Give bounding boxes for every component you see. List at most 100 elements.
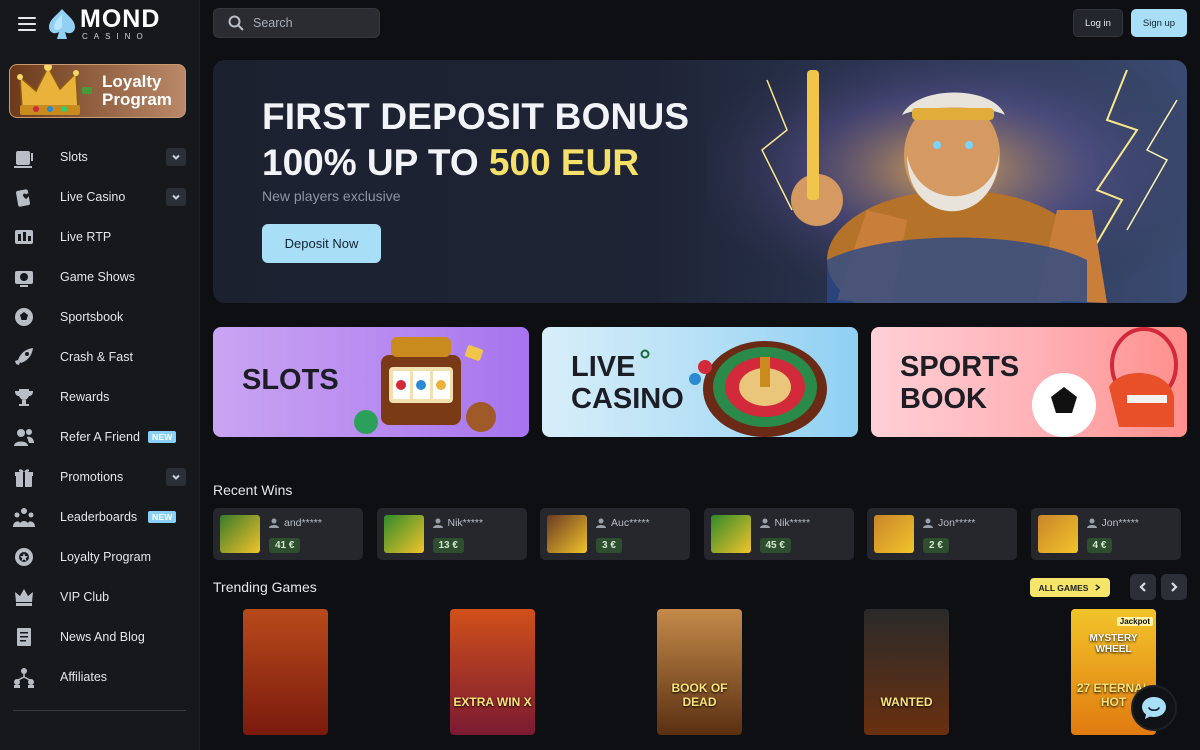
crown-icon [17,65,92,115]
trending-prev-button[interactable] [1130,574,1156,600]
sidebar-item-slots[interactable]: Slots [0,137,200,177]
trending-game-card[interactable] [243,609,328,735]
category-label-live-casino: LIVE CASINO [571,351,684,415]
trending-game-card[interactable]: EXTRA WIN X [450,609,535,735]
sidebar-item-rewards[interactable]: Rewards [0,377,200,417]
recent-win-card[interactable]: Nik***** 45 € [703,508,854,560]
category-card-sportsbook[interactable]: SPORTS BOOK [871,327,1187,437]
winner-username-text: and***** [284,517,322,529]
hero-banner[interactable]: FIRST DEPOSIT BONUS 100% UP TO 500 EUR N… [213,60,1187,303]
game-title: BOOK OF DEAD [671,681,728,709]
sidebar-item-label: Slots [60,150,88,164]
all-games-button[interactable]: ALL GAMES [1030,578,1110,597]
loyalty-icon [12,545,36,569]
game-thumbnail [1037,515,1078,553]
new-badge: NEW [148,511,177,523]
rocket-icon [12,345,36,369]
sidebar-divider [13,710,186,711]
winner-username-text: Nik***** [447,517,484,529]
sidebar-item-loyalty-program[interactable]: Loyalty Program [0,537,200,577]
logo-row: MOND CASINO [0,0,200,48]
winner-username: Nik***** [432,517,484,529]
expand-chevron-button[interactable] [166,188,186,206]
sidebar-item-label: Crash & Fast [60,350,133,364]
category-label-slots: SLOTS [242,364,339,396]
sidebar-item-vip-club[interactable]: VIP Club [0,577,200,617]
winner-username: and***** [269,517,322,529]
recent-win-card[interactable]: Jon***** 2 € [867,508,1017,560]
winner-username: Jon***** [1086,517,1139,529]
sidebar-item-leaderboards[interactable]: Leaderboards NEW [0,497,200,537]
trending-games-title: Trending Games [213,579,317,595]
sidebar-item-refer-a-friend[interactable]: Refer A Friend NEW [0,417,200,457]
sidebar-item-label: Loyalty Program [60,550,152,564]
deposit-now-button[interactable]: Deposit Now [262,224,381,263]
document-icon [12,625,36,649]
sidebar: MOND CASINO Loyalty Program Slots Live C… [0,0,200,750]
category-card-live-casino[interactable]: LIVE CASINO [542,327,858,437]
sidebar-item-crash-fast[interactable]: Crash & Fast [0,337,200,377]
game-thumbnail [220,515,260,553]
trending-game-card[interactable]: WANTED [864,609,949,735]
game-thumbnail [874,515,914,553]
winner-username-text: Jon***** [1101,517,1139,529]
sidebar-item-label: Promotions [60,470,124,484]
tv-icon [12,265,36,289]
live-indicator-icon [640,349,650,359]
loyalty-program-banner[interactable]: Loyalty Program [9,64,186,118]
category-label-slots-line1: SLOTS [242,364,339,396]
brand-logo[interactable]: MOND CASINO [48,7,160,41]
user-icon [759,518,770,528]
sidebar-item-affiliates[interactable]: Affiliates [0,657,200,697]
login-button[interactable]: Log in [1073,9,1123,37]
trending-game-card[interactable]: BOOK OF DEAD [657,609,742,735]
sidebar-item-news-and-blog[interactable]: News And Blog [0,617,200,657]
hamburger-menu-icon[interactable] [18,17,36,31]
sidebar-item-sportsbook[interactable]: Sportsbook [0,297,200,337]
recent-win-card[interactable]: Jon***** 4 € [1030,508,1181,560]
sidebar-item-label: Refer A Friend [60,430,140,444]
sidebar-item-promotions[interactable]: Promotions [0,457,200,497]
search-box[interactable] [213,8,380,38]
sidebar-item-label: Rewards [60,390,110,404]
win-amount-badge: 2 € [923,538,949,553]
user-icon [432,518,443,528]
sidebar-item-label: Live Casino [60,190,126,204]
chevron-down-icon [172,474,180,480]
winner-username-text: Jon***** [938,517,976,529]
search-input[interactable] [253,16,373,30]
sidebar-item-game-shows[interactable]: Game Shows [0,257,200,297]
soccer-ball-icon [12,305,36,329]
expand-chevron-button[interactable] [166,148,186,166]
roulette-illustration [689,341,827,437]
chevron-right-icon [1095,584,1101,591]
loyalty-banner-line2: Program [102,90,172,109]
leaderboard-icon [12,505,36,529]
category-label-live-line2: CASINO [571,383,684,415]
jackpot-label: Jackpot [1116,617,1153,626]
brand-name: MOND [80,5,161,33]
chevron-down-icon [172,194,180,200]
hero-caption: New players exclusive [262,188,401,204]
sidebar-item-live-casino[interactable]: Live Casino [0,177,200,217]
expand-chevron-button[interactable] [166,468,186,486]
spade-logo-icon [49,9,75,39]
recent-win-card[interactable]: Auc***** 3 € [540,508,690,560]
sidebar-item-live-rtp[interactable]: Live RTP [0,217,200,257]
sidebar-item-label: Sportsbook [60,310,124,324]
chat-support-button[interactable] [1131,685,1177,731]
hero-title: FIRST DEPOSIT BONUS [262,96,690,137]
category-card-slots[interactable]: SLOTS [213,327,529,437]
game-thumbnail [383,515,424,553]
recent-win-card[interactable]: Nik***** 13 € [376,508,527,560]
category-label-sportsbook: SPORTS BOOK [900,351,1019,415]
trending-next-button[interactable] [1161,574,1187,600]
user-icon [1086,518,1097,528]
sidebar-item-label: News And Blog [60,630,145,644]
signup-button[interactable]: Sign up [1131,9,1187,37]
recent-win-card[interactable]: and***** 41 € [213,508,363,560]
sports-balls-illustration [1032,327,1178,437]
recent-wins-title: Recent Wins [213,482,293,498]
sidebar-nav: Slots Live Casino Live RTP Game Shows Sports… [0,137,200,697]
chat-bubble-icon [1142,697,1166,719]
